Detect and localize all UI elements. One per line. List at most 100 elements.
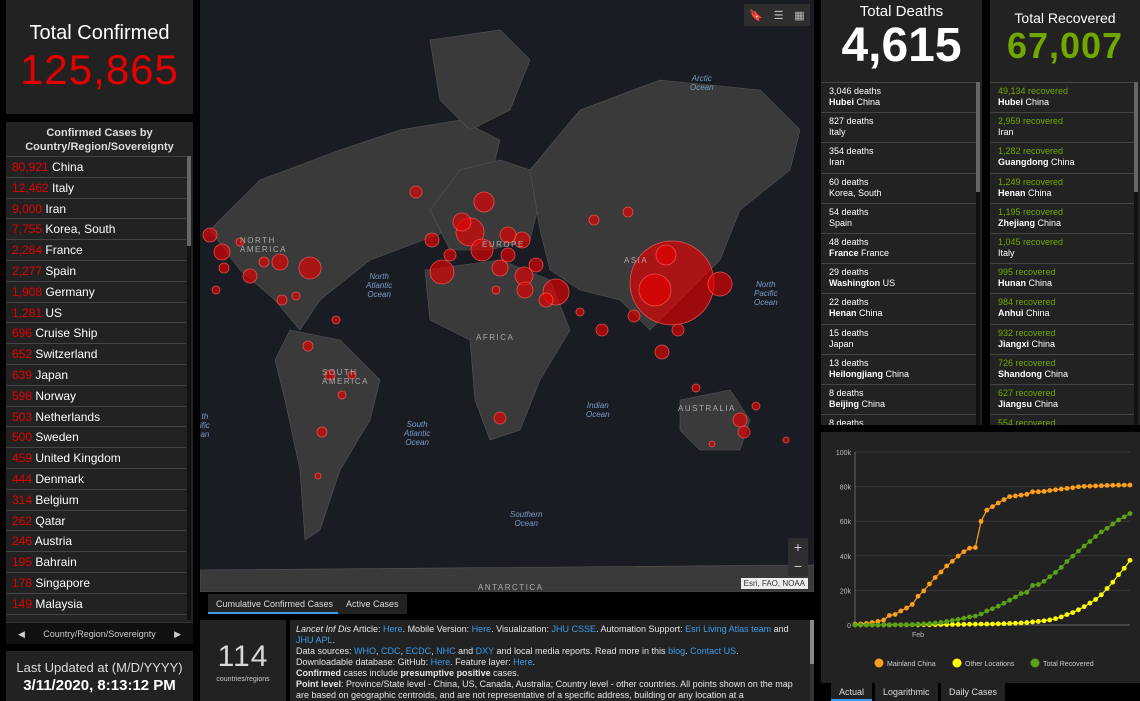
country-row[interactable]: 1,281 US <box>6 301 186 323</box>
case-bubble[interactable] <box>737 425 751 439</box>
country-row[interactable]: 262 Qatar <box>6 509 186 531</box>
bookmark-icon[interactable]: 🔖 <box>749 9 763 22</box>
recovered-row[interactable]: 1,249 recovered Henan China <box>990 172 1134 203</box>
country-row[interactable]: 2,284 France <box>6 239 186 260</box>
nhc-link[interactable]: NHC <box>436 646 456 656</box>
github-link[interactable]: Here <box>431 657 451 667</box>
death-row[interactable]: 60 deaths Korea, South <box>821 172 976 203</box>
case-bubble[interactable] <box>409 185 423 199</box>
dxy-link[interactable]: DXY <box>476 646 494 656</box>
qr-code-icon[interactable]: ▦ <box>794 9 804 22</box>
country-row[interactable]: 149 Malaysia <box>6 592 186 614</box>
jhu-apl-link[interactable]: JHU APL <box>296 635 333 645</box>
country-row[interactable]: 2,277 Spain <box>6 259 186 281</box>
death-row[interactable]: 354 deaths Iran <box>821 142 976 172</box>
case-bubble[interactable] <box>337 390 347 400</box>
who-link[interactable]: WHO <box>354 646 376 656</box>
case-bubble[interactable] <box>708 440 716 448</box>
case-bubble[interactable] <box>595 323 609 337</box>
recovered-list-scrollbar[interactable] <box>1134 82 1138 425</box>
country-row[interactable]: 195 Bahrain <box>6 551 186 572</box>
country-row[interactable]: 9,000 Iran <box>6 197 186 219</box>
case-bubble[interactable] <box>588 214 600 226</box>
country-row[interactable]: 444 Denmark <box>6 467 186 489</box>
tab-logarithmic[interactable]: Logarithmic <box>875 683 938 701</box>
case-bubble[interactable] <box>258 256 270 268</box>
list-icon[interactable]: ☰ <box>774 9 784 22</box>
case-bubble[interactable] <box>291 291 301 301</box>
deaths-list-scrollbar[interactable] <box>976 82 980 425</box>
zoom-in-button[interactable]: + <box>788 538 808 557</box>
case-bubble[interactable] <box>538 292 554 308</box>
country-list-scrollbar[interactable] <box>187 156 191 620</box>
recovered-row[interactable]: 995 recovered Hunan China <box>990 263 1134 293</box>
scrollbar-thumb[interactable] <box>976 82 980 192</box>
case-bubble[interactable] <box>575 307 585 317</box>
death-row[interactable]: 15 deaths Japan <box>821 323 976 354</box>
case-bubble[interactable] <box>638 273 672 307</box>
world-map[interactable]: 🔖 ☰ ▦ Arctic Ocean North Atlantic Ocean … <box>200 0 814 592</box>
case-bubble[interactable] <box>452 212 472 232</box>
death-row[interactable]: 3,046 deaths Hubei China <box>821 82 976 112</box>
case-bubble[interactable] <box>443 248 457 262</box>
info-scrollbar[interactable] <box>810 620 814 701</box>
death-row[interactable]: 8 deaths <box>821 414 976 425</box>
blog-link[interactable]: blog <box>668 646 685 656</box>
mobile-link[interactable]: Here <box>472 624 492 634</box>
case-bubble[interactable] <box>218 262 230 274</box>
death-row[interactable]: 827 deaths Italy <box>821 112 976 142</box>
case-bubble[interactable] <box>671 323 685 337</box>
case-bubble[interactable] <box>627 309 641 323</box>
country-row[interactable]: 12,462 Italy <box>6 176 186 198</box>
map-canvas[interactable] <box>200 0 814 592</box>
country-row[interactable]: 314 Belgium <box>6 488 186 510</box>
country-row[interactable]: 80,921 China <box>6 156 186 177</box>
country-row[interactable]: 122 Australia <box>6 613 186 620</box>
country-row[interactable]: 639 Japan <box>6 363 186 385</box>
tab-actual[interactable]: Actual <box>831 683 873 701</box>
case-bubble[interactable] <box>732 412 748 428</box>
country-row[interactable]: 459 United Kingdom <box>6 447 186 468</box>
case-bubble[interactable] <box>316 426 328 438</box>
country-row[interactable]: 696 Cruise Ship <box>6 322 186 343</box>
recovered-row[interactable]: 1,045 recovered Italy <box>990 232 1134 263</box>
recovered-row[interactable]: 2,959 recovered Iran <box>990 112 1134 142</box>
case-bubble[interactable] <box>271 253 289 271</box>
death-row[interactable]: 29 deaths Washington US <box>821 263 976 293</box>
article-link[interactable]: Here <box>383 624 403 634</box>
recovered-row[interactable]: 1,282 recovered Guangdong China <box>990 142 1134 172</box>
case-bubble[interactable] <box>242 268 258 284</box>
scrollbar-thumb[interactable] <box>187 156 191 246</box>
recovered-row[interactable]: 932 recovered Jiangxi China <box>990 323 1134 354</box>
case-bubble[interactable] <box>429 259 455 285</box>
recovered-row[interactable]: 1,195 recovered Zhejiang China <box>990 202 1134 233</box>
case-bubble[interactable] <box>622 206 634 218</box>
death-row[interactable]: 48 deaths France France <box>821 232 976 263</box>
recovered-row[interactable]: 984 recovered Anhui China <box>990 293 1134 323</box>
contact-link[interactable]: Contact US <box>690 646 736 656</box>
case-bubble[interactable] <box>302 340 314 352</box>
scrollbar-thumb[interactable] <box>810 620 814 664</box>
feature-layer-link[interactable]: Here <box>513 657 533 667</box>
recovered-row[interactable]: 49,134 recovered Hubei China <box>990 82 1134 112</box>
country-row[interactable]: 652 Switzerland <box>6 343 186 364</box>
country-row[interactable]: 598 Norway <box>6 384 186 406</box>
recovered-row[interactable]: 554 recovered <box>990 414 1134 425</box>
death-row[interactable]: 13 deaths Heilongjiang China <box>821 353 976 384</box>
case-bubble[interactable] <box>424 232 440 248</box>
country-row[interactable]: 178 Singapore <box>6 571 186 593</box>
cdc-link[interactable]: CDC <box>381 646 401 656</box>
zoom-out-button[interactable]: − <box>788 557 808 576</box>
jhu-csse-link[interactable]: JHU CSSE <box>552 624 597 634</box>
case-bubble[interactable] <box>331 315 341 325</box>
case-bubble[interactable] <box>654 344 670 360</box>
case-bubble[interactable] <box>276 294 288 306</box>
case-bubble[interactable] <box>655 244 677 266</box>
death-row[interactable]: 22 deaths Henan China <box>821 293 976 323</box>
scrollbar-thumb[interactable] <box>1134 82 1138 192</box>
case-bubble[interactable] <box>298 256 322 280</box>
case-bubble[interactable] <box>691 383 701 393</box>
recovered-row[interactable]: 726 recovered Shandong China <box>990 353 1134 384</box>
prev-page-icon[interactable]: ◀ <box>18 623 25 645</box>
case-bubble[interactable] <box>500 247 516 263</box>
